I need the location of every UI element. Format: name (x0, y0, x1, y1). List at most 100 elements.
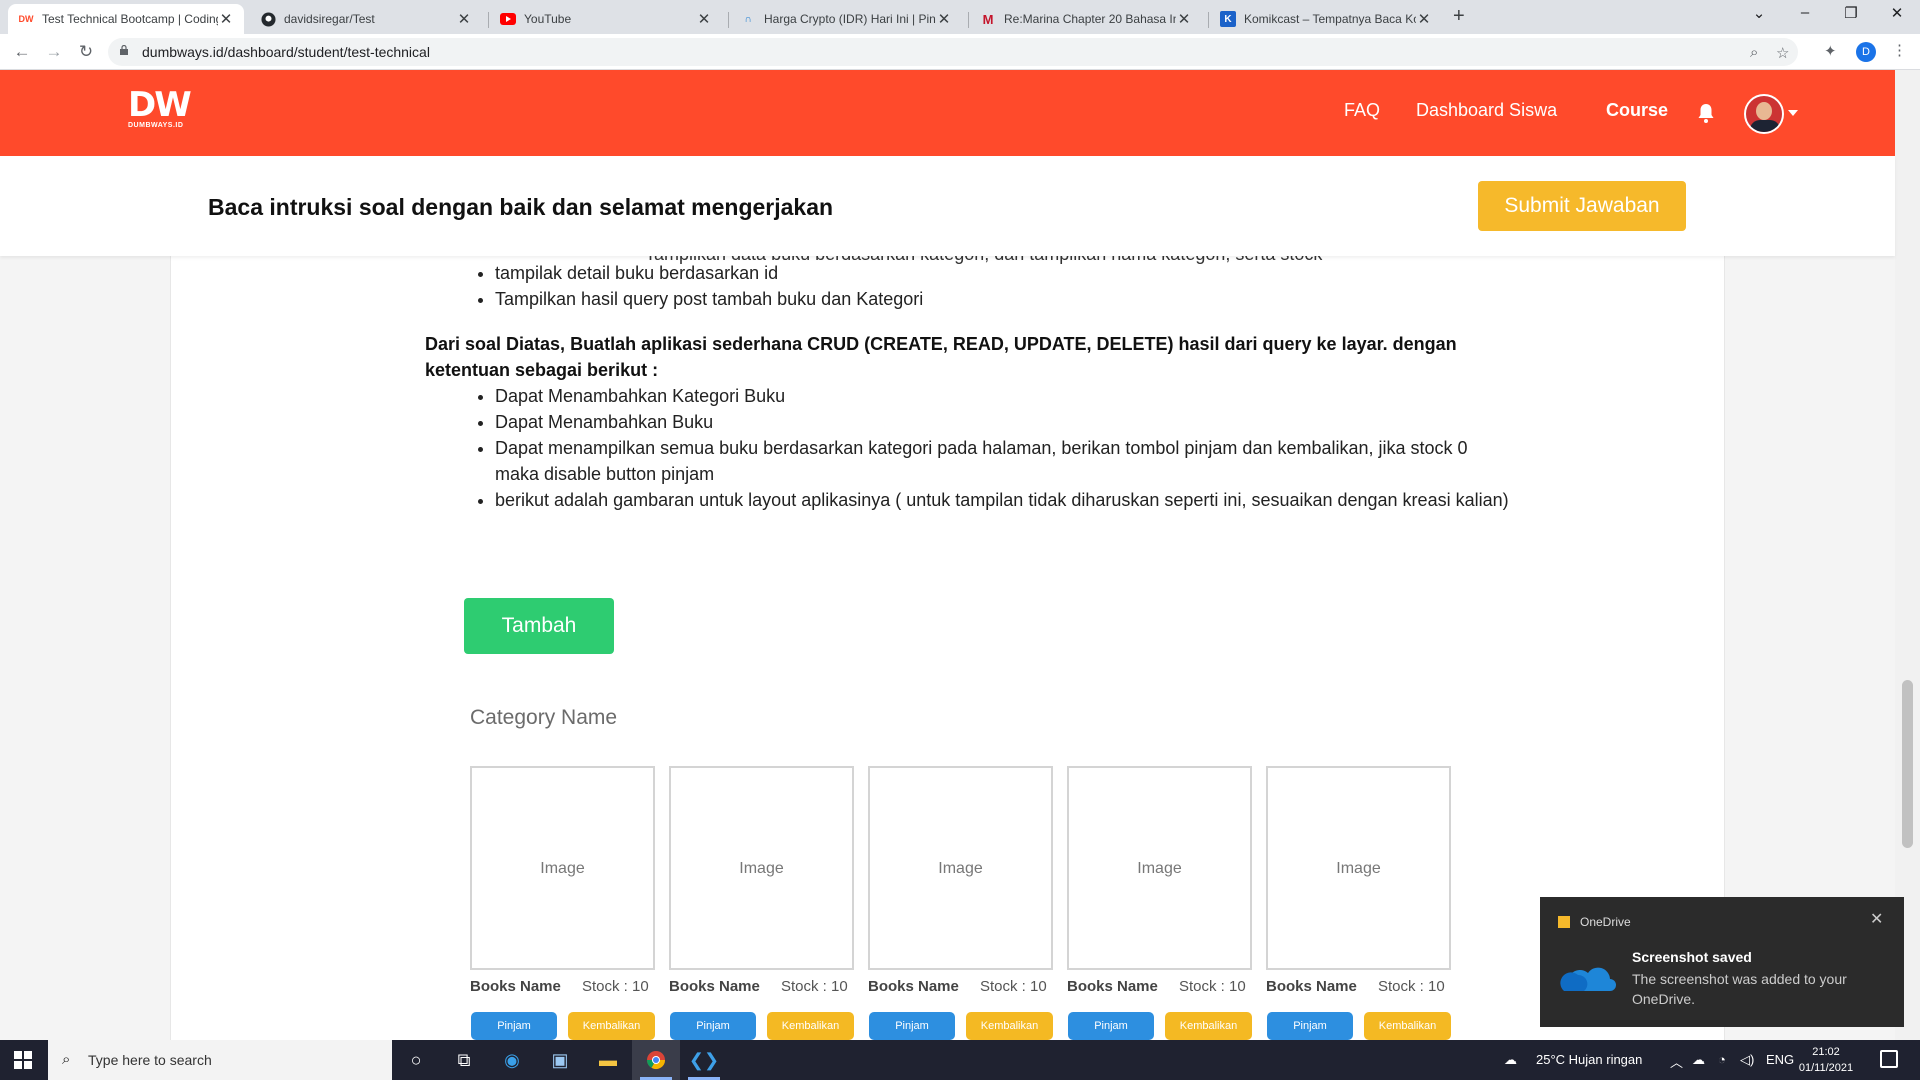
file-explorer-icon[interactable]: ▬ (584, 1040, 632, 1080)
tab-title: Harga Crypto (IDR) Hari Ini | Pint (764, 12, 936, 26)
profile-avatar[interactable]: D (1856, 42, 1876, 62)
windows-taskbar: ⌕ Type here to search ○ ⧉ ◉ ▣ ▬ ❮❯ ☁ 25°… (0, 1040, 1920, 1080)
nav-faq[interactable]: FAQ (1344, 100, 1380, 121)
language-indicator[interactable]: ENG (1766, 1052, 1794, 1067)
scrollbar-thumb[interactable] (1902, 680, 1913, 848)
browser-tab-strip: DW Test Technical Bootcamp | Coding ✕ da… (0, 0, 1920, 34)
user-avatar[interactable] (1744, 94, 1784, 134)
mockup-book-card: Image (669, 766, 854, 970)
close-icon[interactable]: ✕ (1416, 10, 1432, 28)
tab-pintu[interactable]: ∩ Harga Crypto (IDR) Hari Ini | Pint ✕ (730, 4, 962, 34)
nav-course[interactable]: Course (1606, 100, 1668, 121)
weather-text[interactable]: 25°C Hujan ringan (1536, 1052, 1642, 1067)
tab-title: YouTube (524, 12, 572, 26)
tab-github[interactable]: davidsiregar/Test ✕ (250, 4, 482, 34)
tab-test-technical[interactable]: DW Test Technical Bootcamp | Coding ✕ (8, 4, 244, 34)
mockup-kembalikan-button: Kembalikan (1165, 1012, 1252, 1040)
toast-app-name: OneDrive (1580, 915, 1631, 929)
onedrive-tray-icon[interactable]: ☁ (1692, 1052, 1705, 1068)
mockup-pinjam-button: Pinjam (670, 1012, 756, 1040)
mockup-kembalikan-button: Kembalikan (1364, 1012, 1451, 1040)
tab-remarina[interactable]: M Re:Marina Chapter 20 Bahasa Ind ✕ (970, 4, 1202, 34)
mockup-book-card: Image (470, 766, 655, 970)
site-header: DW DUMBWAYS.ID FAQ Dashboard Siswa Cours… (0, 70, 1895, 156)
close-icon[interactable]: ✕ (936, 10, 952, 28)
taskbar-clock[interactable]: 21:02 01/11/2021 (1796, 1044, 1856, 1076)
new-tab-button[interactable]: + (1453, 5, 1465, 28)
notification-bell-icon[interactable] (1697, 102, 1715, 124)
mockup-kembalikan-button: Kembalikan (767, 1012, 854, 1040)
mockup-book-stock: Stock : 10 (1179, 978, 1246, 995)
mockup-book-card: Image (1067, 766, 1252, 970)
tab-title: Re:Marina Chapter 20 Bahasa Ind (1004, 12, 1176, 26)
onedrive-notification[interactable]: OneDrive ✕ Screenshot saved The screensh… (1540, 897, 1904, 1027)
action-center-icon[interactable] (1880, 1050, 1898, 1068)
vscode-icon[interactable]: ❮❯ (680, 1040, 728, 1080)
list-item: berikut adalah gambaran untuk layout apl… (495, 487, 1515, 513)
tray-chevron-icon[interactable]: ︿ (1670, 1052, 1683, 1071)
mockup-category-name: Category Name (470, 706, 618, 729)
toast-body: The screenshot was added to your OneDriv… (1632, 971, 1847, 1007)
list-item: tampilak detail buku berdasarkan id (495, 260, 923, 286)
menu-icon[interactable]: ⋮ (1892, 41, 1907, 59)
mockup-pinjam-button: Pinjam (471, 1012, 557, 1040)
list-item: Dapat Menambahkan Buku (495, 409, 1515, 435)
mockup-pinjam-button: Pinjam (1068, 1012, 1154, 1040)
chrome-icon[interactable] (632, 1040, 680, 1080)
close-icon[interactable]: ✕ (696, 10, 712, 28)
wifi-icon[interactable]: ◔ (1718, 1052, 1726, 1067)
forward-button[interactable]: → (42, 40, 66, 64)
close-icon[interactable]: ✕ (456, 10, 472, 28)
edge-icon[interactable]: ◉ (488, 1040, 536, 1080)
task-view-icon[interactable]: ⧉ (440, 1040, 488, 1080)
tab-title: Komikcast – Tempatnya Baca Kor (1244, 12, 1416, 26)
tab-youtube[interactable]: YouTube ✕ (490, 4, 722, 34)
tab-title: davidsiregar/Test (284, 12, 375, 26)
mockup-book-name: Books Name (1266, 978, 1357, 995)
reload-button[interactable]: ↻ (74, 40, 98, 64)
back-button[interactable]: ← (10, 40, 34, 64)
extensions-icon[interactable]: ✦ (1824, 42, 1837, 60)
avatar-dropdown-icon[interactable] (1788, 110, 1798, 116)
lock-icon (120, 45, 128, 55)
requirements-list-top: tampilak detail buku berdasarkan id Tamp… (475, 260, 923, 312)
manga-icon: M (982, 11, 994, 27)
close-icon[interactable]: ✕ (1870, 909, 1883, 929)
cortana-icon[interactable]: ○ (392, 1040, 440, 1080)
weather-cloud-icon[interactable]: ☁ (1504, 1052, 1517, 1068)
restore-button[interactable]: ❐ (1828, 4, 1874, 22)
close-icon[interactable]: ✕ (218, 10, 234, 28)
dumbways-logo[interactable]: DW DUMBWAYS.ID (128, 85, 192, 129)
tab-search-chevron-icon[interactable]: ⌄ (1736, 4, 1782, 22)
mockup-tambah-button: Tambah (464, 598, 614, 654)
instruction-title: Baca intruksi soal dengan baik dan selam… (208, 194, 834, 220)
volume-icon[interactable]: ◁) (1740, 1052, 1754, 1068)
windows-start-icon[interactable] (14, 1051, 32, 1069)
address-bar[interactable]: dumbways.id/dashboard/student/test-techn… (108, 38, 1798, 66)
mockup-book-name: Books Name (1067, 978, 1158, 995)
image-placeholder: Image (540, 860, 585, 877)
search-placeholder: Type here to search (88, 1052, 212, 1068)
close-window-button[interactable]: ✕ (1874, 4, 1920, 22)
mockup-book-card: Image (1266, 766, 1451, 970)
logo-text: DUMBWAYS.ID (128, 122, 184, 129)
zoom-icon[interactable]: ⌕ (1750, 44, 1758, 61)
tab-komikcast[interactable]: K Komikcast – Tempatnya Baca Kor ✕ (1210, 4, 1442, 34)
bookmark-star-icon[interactable]: ☆ (1776, 44, 1789, 62)
submit-answer-button[interactable]: Submit Jawaban (1478, 181, 1686, 231)
close-icon[interactable]: ✕ (1176, 10, 1192, 28)
mockup-book-stock: Stock : 10 (781, 978, 848, 995)
task-paragraph: Dari soal Diatas, Buatlah aplikasi seder… (425, 334, 1457, 380)
tab-title: Test Technical Bootcamp | Coding (42, 12, 218, 26)
page-scrollbar[interactable] (1895, 70, 1920, 1040)
taskbar-search-box[interactable]: ⌕ Type here to search (48, 1040, 392, 1080)
logo-mark: DW (128, 85, 192, 125)
clock-time: 21:02 (1812, 1046, 1840, 1058)
list-item: Tampilkan hasil query post tambah buku d… (495, 286, 923, 312)
github-icon (260, 11, 276, 27)
nav-dashboard-siswa[interactable]: Dashboard Siswa (1416, 100, 1557, 121)
store-icon[interactable]: ▣ (536, 1040, 584, 1080)
mockup-kembalikan-button: Kembalikan (966, 1012, 1053, 1040)
minimize-button[interactable]: – (1782, 4, 1828, 21)
list-item: Dapat Menambahkan Kategori Buku (495, 383, 1515, 409)
